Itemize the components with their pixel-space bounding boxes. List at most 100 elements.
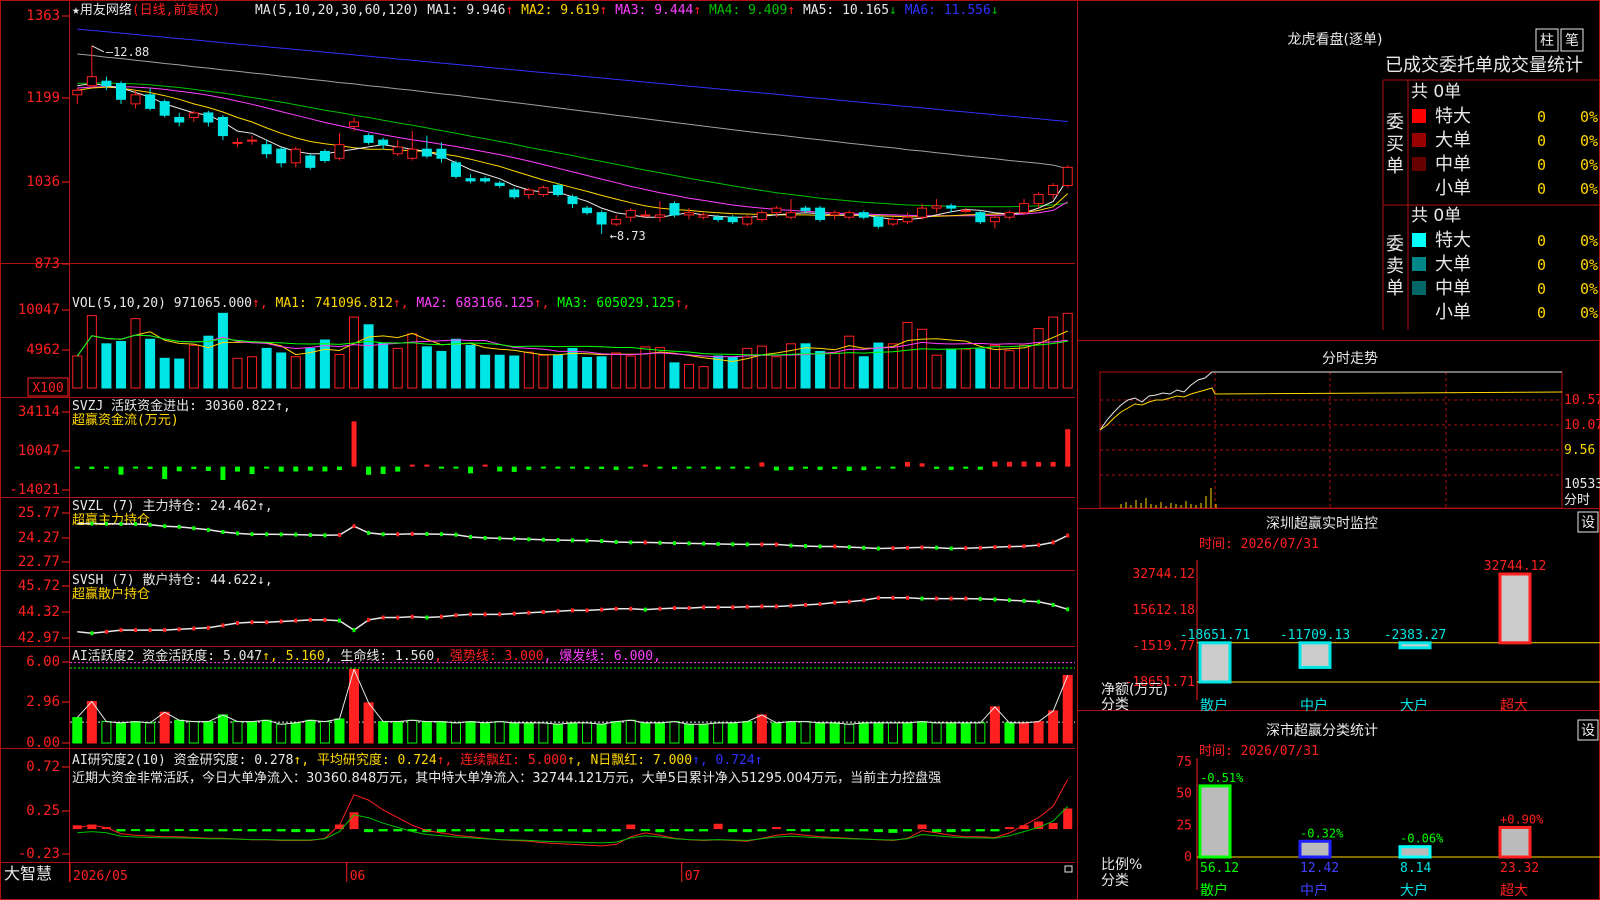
research-bar xyxy=(902,829,913,832)
volume-bar xyxy=(334,353,345,389)
volume-bar xyxy=(931,354,942,389)
candle-body xyxy=(72,89,83,96)
svzl-point xyxy=(483,535,487,540)
svzl-point xyxy=(1051,540,1055,545)
candle-body xyxy=(654,214,665,218)
svzl-point xyxy=(1037,543,1041,548)
svzl-point xyxy=(760,542,764,547)
research-bar xyxy=(975,829,985,832)
activity-bar xyxy=(72,717,83,744)
svzl-point xyxy=(308,532,312,537)
candle-body xyxy=(960,209,971,212)
stats-category: 大户 xyxy=(1400,882,1428,899)
ai-research-panel[interactable]: AI研究度2(10) 资金研究度: 0.278↑, 平均研究度: 0.724↑,… xyxy=(18,752,1073,862)
volume-bar xyxy=(815,350,826,389)
monitor-bar xyxy=(1398,641,1432,650)
monitor-category: 大户 xyxy=(1400,697,1428,714)
svsh-point xyxy=(935,596,939,601)
svzj-bar xyxy=(730,466,736,469)
ai-activity-panel[interactable]: AI活跃度2 资金活跃度: 5.047↑, 5.160, 生命线: 1.560,… xyxy=(26,648,1075,751)
activity-bar xyxy=(960,722,971,744)
monitor-bar xyxy=(1198,641,1232,684)
research-bar xyxy=(946,829,956,833)
spacer xyxy=(513,3,521,18)
svzj-bar xyxy=(846,466,852,471)
activity-bar xyxy=(669,721,680,744)
svzj-bar xyxy=(977,466,983,470)
spacer xyxy=(607,3,615,18)
research-bar xyxy=(669,829,679,832)
svzl-point xyxy=(250,532,254,537)
svzj-title: SVZJ 活跃资金进出: 30360.822↑, xyxy=(72,398,291,414)
ai1-part: ↑, 5.160 xyxy=(262,649,325,664)
svzl-point xyxy=(556,538,560,543)
candle-body xyxy=(844,212,855,218)
activity-bar xyxy=(931,722,942,744)
research-bar xyxy=(961,829,971,832)
volume-bar xyxy=(582,357,593,389)
svzj-bar xyxy=(497,466,503,472)
intraday-panel[interactable]: 分时走势 10.57 10.07 9.56 10533分时 xyxy=(1099,351,1600,509)
svsh-tick: 42.97 xyxy=(18,630,60,646)
candle-body xyxy=(1004,212,1015,218)
svsh-point xyxy=(396,615,400,620)
vol-tick: 10047 xyxy=(18,302,60,318)
svsh-point xyxy=(556,609,560,614)
svzl-point xyxy=(629,540,633,545)
vol-ma: MA3: 605029.125 xyxy=(557,296,674,311)
research-bar xyxy=(815,829,825,832)
monitor-category: 中户 xyxy=(1300,697,1328,714)
svzj-panel[interactable]: SVZJ 活跃资金进出: 30360.822↑,超赢资金流(万元) 34114 10… xyxy=(9,398,1071,498)
svzl-point xyxy=(163,524,167,529)
buy-row-qty: 0 xyxy=(1537,132,1546,150)
candle-body xyxy=(713,216,724,220)
volume-bar xyxy=(654,347,665,389)
research-bar xyxy=(567,829,578,832)
volume-bar xyxy=(800,343,811,389)
svsh-point xyxy=(265,620,269,625)
svzl-point xyxy=(1022,544,1026,549)
svzj-bar xyxy=(861,466,867,471)
svsh-point xyxy=(308,617,312,622)
arrow: ↑, xyxy=(534,296,557,311)
monitor-value-label: -11709.13 xyxy=(1280,628,1350,643)
svzj-bar xyxy=(817,466,823,470)
monitor-category: 超大 xyxy=(1500,698,1528,714)
candle-body xyxy=(625,209,636,218)
activity-bar xyxy=(145,722,156,744)
candlestick-panel[interactable]: ★用友网络(日线,前复权) MA(5,10,20,30,60,120) MA1: … xyxy=(26,2,1073,272)
svzj-bar xyxy=(1036,461,1042,467)
ma-legend-part: MA6: 11.556 xyxy=(905,3,991,18)
volume-bar xyxy=(217,312,228,389)
svzl-point xyxy=(410,531,414,536)
candle-body xyxy=(203,112,214,123)
svzl-panel[interactable]: SVZL (7) 主力持仓: 24.462↑,超赢主力持仓 25.77 24.27 2… xyxy=(18,499,1070,570)
volume-bar xyxy=(480,354,491,389)
date-label: 2026/05 xyxy=(73,869,128,884)
svzl-title: SVZL (7) 主力持仓: 24.462↑, xyxy=(72,499,273,514)
activity-bar xyxy=(261,719,272,744)
svzj-bar xyxy=(307,466,313,471)
sell-row-qty: 0 xyxy=(1537,280,1546,298)
candle-body xyxy=(829,212,840,216)
svsh-point xyxy=(425,615,429,620)
activity-bar xyxy=(771,722,782,744)
volume-panel[interactable]: VOL(5,10,20) 971065.000↑, MA1: 741096.81… xyxy=(18,296,1073,397)
svsh-point xyxy=(629,606,633,611)
svsh-point xyxy=(687,606,691,611)
svsh-point xyxy=(585,608,589,613)
svzl-point xyxy=(439,532,443,537)
svzl-point xyxy=(206,527,210,532)
monitor-value-label: -2383.27 xyxy=(1384,628,1447,643)
buy-row-name: 中单 xyxy=(1435,154,1471,175)
volume-bar xyxy=(101,343,112,389)
ma-legend: MA(5,10,20,30,60,120) MA1: 9.946↑ MA2: 9… xyxy=(255,3,999,18)
svsh-panel[interactable]: SVSH (7) 散户持仓: 44.622↓,超赢散户持仓 45.72 44.32 4… xyxy=(18,572,1070,646)
volume-bar xyxy=(684,363,695,389)
stats-xlabel: 分类 xyxy=(1101,873,1129,889)
volume-bar xyxy=(552,354,563,389)
candle-body xyxy=(247,139,258,142)
svsh-point xyxy=(949,596,953,601)
research-bar xyxy=(509,829,519,832)
svsh-point xyxy=(527,610,531,615)
